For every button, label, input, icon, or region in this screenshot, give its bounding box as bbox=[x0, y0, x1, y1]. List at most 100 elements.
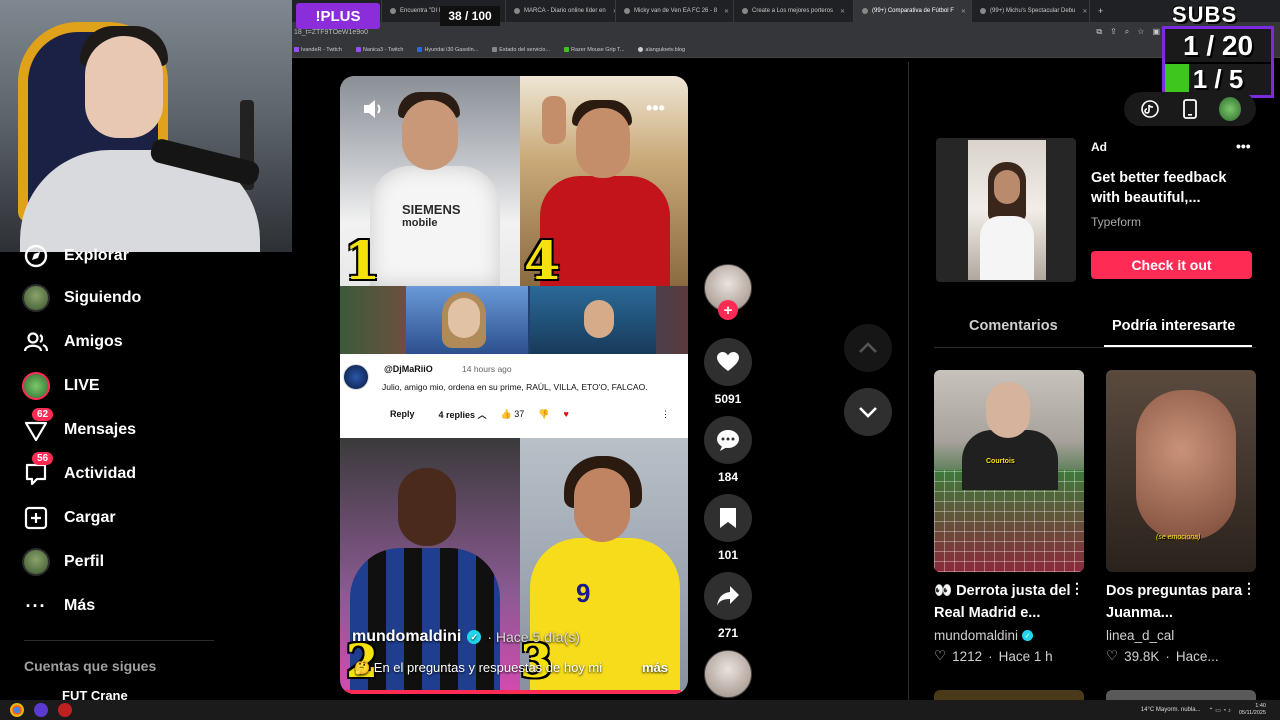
tiktok-icon[interactable] bbox=[1139, 98, 1161, 120]
podcast-cameras-strip bbox=[340, 286, 688, 354]
browser-tab-active[interactable]: (99+) Comparativa de Fútbol F ✕ bbox=[854, 0, 972, 22]
player-photo-etoo: 2 bbox=[340, 438, 520, 694]
sidebar-item-mas[interactable]: ··· Más bbox=[22, 592, 96, 620]
ad-more-options-icon[interactable]: ••• bbox=[1236, 138, 1251, 154]
browser-tab[interactable]: (99+) Michu's Spectacular Debu ✕ bbox=[972, 0, 1090, 22]
video-more-options-icon[interactable]: ••• bbox=[646, 98, 665, 119]
music-disc-avatar[interactable] bbox=[704, 650, 752, 698]
chrome-icon[interactable] bbox=[10, 703, 24, 717]
follow-plus-icon[interactable]: + bbox=[718, 300, 738, 320]
messages-icon: 62 bbox=[22, 408, 54, 444]
tab-label: Create a Los mejores porteros bbox=[752, 8, 834, 14]
suggested-video-author[interactable]: linea_d_cal bbox=[1106, 628, 1174, 643]
head-shape bbox=[574, 468, 630, 542]
sidebar-item-amigos[interactable]: Amigos bbox=[22, 328, 123, 356]
extensions-icon[interactable]: ▣ bbox=[1152, 27, 1160, 37]
suggested-video-author[interactable]: mundomaldini bbox=[934, 628, 1018, 643]
head-shape bbox=[402, 100, 458, 170]
ad-title[interactable]: Get better feedback with beautiful,... bbox=[1091, 168, 1251, 208]
replies-count: 4 replies ︿ bbox=[439, 408, 487, 421]
volume-icon[interactable] bbox=[362, 98, 386, 125]
reply-button: Reply bbox=[390, 409, 415, 419]
verified-badge-icon: ✓ bbox=[467, 630, 482, 644]
browser-tab[interactable]: Micky van de Ven EA FC 26 - 8 ✕ bbox=[616, 0, 734, 22]
new-tab-button[interactable]: + bbox=[1090, 0, 1111, 22]
sidebar-item-siguiendo[interactable]: Siguiendo bbox=[22, 284, 141, 312]
profile-avatar-icon[interactable] bbox=[1219, 97, 1241, 121]
ad-cta-button[interactable]: Check it out bbox=[1091, 251, 1252, 279]
clock[interactable]: 1:40 05/11/2025 bbox=[1239, 703, 1266, 717]
bookmark-item[interactable]: Hyundai i30 Gasolin... bbox=[417, 47, 478, 53]
tab-comments[interactable]: Comentarios bbox=[969, 318, 1058, 334]
video-player[interactable]: SIEMENS mobile 1 4 @DjMaRiiO 14 hours ago… bbox=[340, 76, 688, 694]
mobile-app-icon[interactable] bbox=[1179, 98, 1201, 120]
sidebar-item-cargar[interactable]: Cargar bbox=[22, 504, 116, 532]
suggested-video-thumbnail[interactable]: (se emociona) bbox=[1106, 370, 1256, 572]
browser-tab[interactable]: Create a Los mejores porteros ✕ bbox=[734, 0, 854, 22]
suggested-video-author-line: linea_d_cal bbox=[1106, 628, 1174, 643]
bookmark-item[interactable]: IvandeR - Twitch bbox=[294, 47, 342, 53]
suggested-video-title[interactable]: 👀 Derrota justa del Real Madrid e... bbox=[934, 580, 1078, 624]
close-icon[interactable]: ✕ bbox=[724, 8, 729, 15]
bookmark-item[interactable]: Nanica3 - Twitch bbox=[355, 47, 403, 53]
save-button[interactable] bbox=[704, 494, 752, 542]
obs-icon[interactable] bbox=[58, 703, 72, 717]
previous-video-button[interactable] bbox=[844, 324, 892, 372]
right-panel-tabs: Comentarios Podría interesarte bbox=[934, 314, 1256, 348]
close-icon[interactable]: ✕ bbox=[961, 8, 966, 15]
ad-thumbnail[interactable] bbox=[936, 138, 1076, 282]
sidebar-item-live[interactable]: LIVE bbox=[22, 372, 100, 400]
body-shape bbox=[980, 216, 1034, 280]
bookmark-label: IvandeR - Twitch bbox=[301, 46, 342, 53]
sidebar-item-label: Más bbox=[64, 597, 96, 614]
tab-favicon-icon bbox=[980, 8, 986, 14]
tab-suggested[interactable]: Podría interesarte bbox=[1112, 318, 1235, 334]
sponsor-line: mobile bbox=[402, 217, 438, 229]
activity-icon: 56 bbox=[22, 452, 54, 488]
suggested-video-likes: 1212 bbox=[952, 648, 983, 664]
share-button[interactable] bbox=[704, 572, 752, 620]
sidebar: Explorar Siguiendo Amigos LIVE 62 Mensaj… bbox=[0, 244, 292, 703]
tab-label: (99+) Michu's Spectacular Debu bbox=[990, 8, 1076, 14]
sidebar-item-actividad[interactable]: 56 Actividad bbox=[22, 452, 136, 488]
head-shape bbox=[398, 468, 456, 546]
more-link[interactable]: más bbox=[642, 660, 668, 676]
video-date: · Hace 5 día(s) bbox=[487, 629, 580, 645]
bookmark-item[interactable]: Razer Mouse Grip T... bbox=[564, 47, 624, 53]
tab-label: MARCA - Diario online líder en bbox=[524, 8, 606, 14]
sidebar-item-label: Cargar bbox=[64, 509, 116, 526]
tab-favicon-icon bbox=[742, 8, 748, 14]
sidebar-item-explorar[interactable]: Explorar bbox=[22, 242, 129, 270]
bookmark-star-icon[interactable]: ☆ bbox=[1137, 27, 1144, 37]
suggested-video-card-peek[interactable] bbox=[934, 690, 1084, 700]
browser-tab[interactable]: MARCA - Diario online líder en✕ bbox=[506, 0, 616, 22]
chevron-up-icon: ︿ bbox=[477, 409, 487, 420]
kebab-icon: ⋮ bbox=[661, 408, 670, 419]
heart-outline-icon: ♡ bbox=[1106, 648, 1119, 663]
share-icon[interactable]: ⇪ bbox=[1110, 27, 1117, 37]
zoom-icon[interactable]: ⌕ bbox=[1125, 27, 1129, 37]
suggested-video-thumbnail[interactable]: Courtois bbox=[934, 370, 1084, 572]
suggested-video-card-peek[interactable] bbox=[1106, 690, 1256, 700]
suggested-video-title[interactable]: Dos preguntas para Juanma... bbox=[1106, 580, 1250, 624]
following-avatar-icon bbox=[22, 284, 50, 312]
suggested-more-icon[interactable]: ⋮ bbox=[1070, 580, 1084, 597]
sidebar-item-mensajes[interactable]: 62 Mensajes bbox=[22, 408, 136, 444]
next-video-button[interactable] bbox=[844, 388, 892, 436]
suggested-more-icon[interactable]: ⋮ bbox=[1242, 580, 1256, 597]
face-shape bbox=[1136, 390, 1236, 540]
close-icon[interactable]: ✕ bbox=[840, 8, 845, 15]
app-icon[interactable] bbox=[34, 703, 48, 717]
comment-button[interactable] bbox=[704, 416, 752, 464]
translate-icon[interactable]: ⧉ bbox=[1096, 27, 1102, 37]
like-button[interactable] bbox=[704, 338, 752, 386]
tray-icons[interactable]: ⌃ ▭ ◔ ♪ bbox=[1209, 707, 1231, 714]
bookmark-item[interactable]: alanguloetv.blog bbox=[638, 47, 685, 53]
head-shape bbox=[576, 108, 630, 178]
video-author[interactable]: mundomaldini bbox=[352, 628, 461, 646]
weather-text[interactable]: 14°C Mayorm. nubla... bbox=[1141, 707, 1201, 713]
video-progress-bar[interactable] bbox=[340, 690, 688, 694]
close-icon[interactable]: ✕ bbox=[1082, 8, 1087, 15]
bookmark-item[interactable]: Estado del servicio... bbox=[492, 47, 550, 53]
sidebar-item-perfil[interactable]: Perfil bbox=[22, 548, 104, 576]
